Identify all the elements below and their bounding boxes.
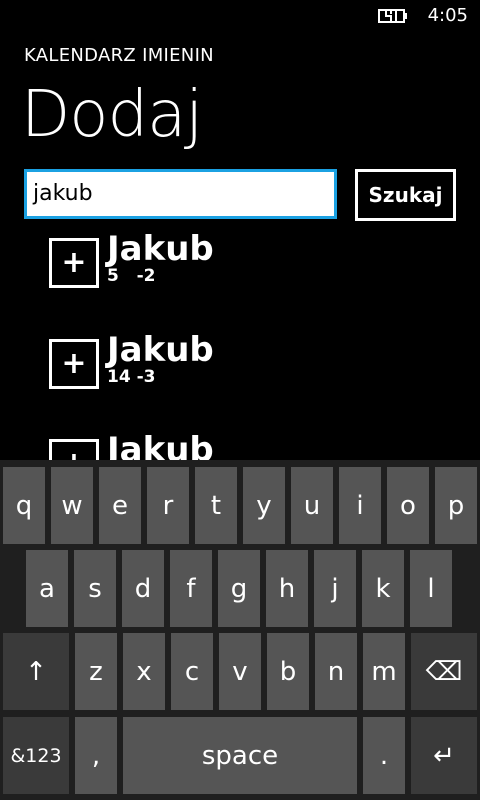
key-y[interactable]: y [243, 467, 285, 544]
key-b[interactable]: b [267, 633, 309, 710]
key-d[interactable]: d [122, 550, 164, 627]
shift-key[interactable]: ↑ [3, 633, 69, 710]
add-button[interactable]: + [49, 439, 99, 460]
key-u[interactable]: u [291, 467, 333, 544]
search-input[interactable]: jakub [24, 169, 337, 219]
result-name: Jakub [107, 430, 214, 460]
backspace-key[interactable]: ⌫ [411, 633, 477, 710]
key-period[interactable]: . [363, 717, 405, 794]
key-x[interactable]: x [123, 633, 165, 710]
plus-icon: + [61, 449, 86, 461]
enter-key[interactable]: ↵ [411, 717, 477, 794]
key-s[interactable]: s [74, 550, 116, 627]
battery-charging-icon [378, 9, 407, 23]
key-f[interactable]: f [170, 550, 212, 627]
add-button[interactable]: + [49, 339, 99, 389]
key-i[interactable]: i [339, 467, 381, 544]
key-t[interactable]: t [195, 467, 237, 544]
results-list: + Jakub 5 -2 + Jakub 14 -3 + Jakub [0, 230, 480, 460]
key-q[interactable]: q [3, 467, 45, 544]
add-button[interactable]: + [49, 238, 99, 288]
numbers-key[interactable]: &123 [3, 717, 69, 794]
key-j[interactable]: j [314, 550, 356, 627]
key-l[interactable]: l [410, 550, 452, 627]
backspace-icon: ⌫ [425, 656, 463, 687]
space-key[interactable]: space [123, 717, 357, 794]
key-w[interactable]: w [51, 467, 93, 544]
page-title: Dodaj [21, 78, 203, 152]
key-z[interactable]: z [75, 633, 117, 710]
app-title: KALENDARZ IMIENIN [24, 45, 214, 66]
key-o[interactable]: o [387, 467, 429, 544]
key-v[interactable]: v [219, 633, 261, 710]
plus-icon: + [61, 346, 87, 381]
key-k[interactable]: k [362, 550, 404, 627]
key-n[interactable]: n [315, 633, 357, 710]
search-button[interactable]: Szukaj [355, 169, 456, 221]
key-c[interactable]: c [171, 633, 213, 710]
key-g[interactable]: g [218, 550, 260, 627]
result-date: 14 -3 [107, 367, 156, 387]
clock: 4:05 [427, 5, 468, 26]
shift-arrow-icon: ↑ [25, 656, 47, 687]
key-r[interactable]: r [147, 467, 189, 544]
key-comma[interactable]: , [75, 717, 117, 794]
key-a[interactable]: a [26, 550, 68, 627]
plus-icon: + [61, 245, 87, 280]
enter-icon: ↵ [433, 740, 455, 771]
result-name: Jakub [107, 230, 214, 269]
key-p[interactable]: p [435, 467, 477, 544]
result-date: 5 -2 [107, 266, 156, 286]
key-h[interactable]: h [266, 550, 308, 627]
result-name: Jakub [107, 330, 214, 370]
key-e[interactable]: e [99, 467, 141, 544]
key-m[interactable]: m [363, 633, 405, 710]
status-bar: 4:05 [0, 0, 480, 32]
on-screen-keyboard: q w e r t y u i o p a s d f g h j k l ↑ … [0, 460, 480, 800]
